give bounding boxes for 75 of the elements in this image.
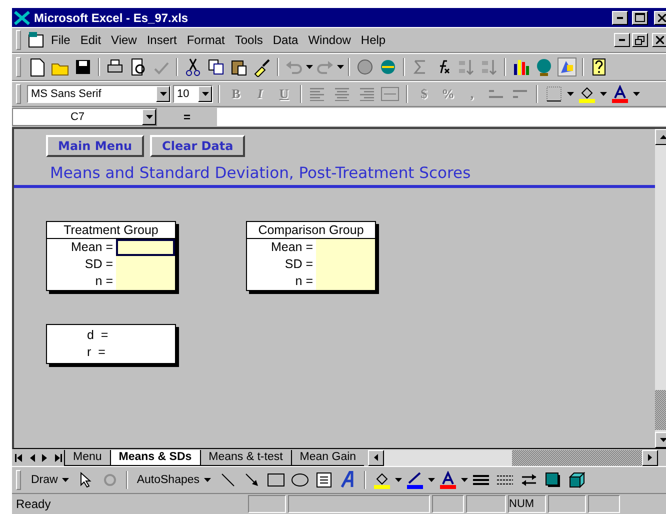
menu-item[interactable]: Window (304, 31, 355, 49)
caret-icon (600, 92, 607, 96)
row-label: SD = (284, 256, 314, 273)
row-label: r = (86, 344, 106, 361)
font-size-dropdown[interactable]: 10 (173, 85, 213, 103)
row-label: n = (94, 273, 114, 290)
autoshapes-menu-button[interactable]: AutoShapes (132, 470, 215, 490)
sheet-button[interactable]: Main Menu (46, 135, 144, 157)
status-pane (548, 495, 586, 513)
caret-icon (202, 92, 208, 96)
formula-input[interactable] (217, 108, 666, 126)
sheet-button[interactable]: Clear Data (150, 135, 246, 157)
sheet-tab[interactable]: Mean Gain (290, 450, 364, 466)
menu-item[interactable]: Data (268, 31, 302, 49)
redo-caret-icon (337, 65, 344, 69)
status-text: Ready (16, 497, 52, 511)
row-label: d = (86, 327, 110, 344)
status-pane (466, 495, 506, 513)
drawing-icon[interactable] (556, 56, 578, 78)
minimize-button[interactable] (614, 33, 630, 47)
scroll-left-icon[interactable] (374, 454, 378, 461)
scroll-down-icon[interactable] (660, 438, 666, 442)
status-pane (248, 495, 286, 513)
window-title: Microsoft Excel - Es_97.xls (34, 10, 190, 24)
caret-icon (62, 478, 69, 482)
sheet-tab[interactable]: Means & SDs (110, 450, 200, 466)
status-pane (588, 495, 620, 513)
undo-caret-icon (306, 65, 313, 69)
row-label: Mean = (270, 239, 314, 256)
menu-item[interactable]: View (107, 31, 141, 49)
minimize-icon (619, 39, 625, 41)
menu-item[interactable]: Format (182, 31, 229, 49)
edit-formula-button[interactable]: = (157, 110, 217, 124)
input-cell[interactable] (316, 239, 375, 256)
caret-icon (146, 115, 152, 119)
scroll-thumb[interactable] (512, 450, 642, 466)
maximize-button[interactable] (632, 10, 648, 24)
menu-item[interactable]: Help (356, 31, 390, 49)
input-cell[interactable] (116, 239, 175, 256)
caret-icon (460, 478, 468, 482)
input-cell[interactable] (316, 273, 375, 290)
caret-icon (633, 92, 640, 96)
caret-icon (204, 478, 211, 482)
scroll-right-icon[interactable] (648, 454, 652, 461)
draw-menu-button[interactable]: Draw (27, 470, 73, 490)
excel-logo-icon (14, 10, 30, 24)
scroll-up-icon[interactable] (660, 135, 666, 139)
input-cell[interactable] (116, 256, 175, 273)
status-pane (432, 495, 464, 513)
row-label: SD = (84, 256, 114, 273)
sheet-heading: Means and Standard Deviation, Post-Treatment Scores (14, 157, 655, 188)
workbook-icon (27, 31, 45, 49)
sheet-tab[interactable]: Means & t-test (200, 450, 291, 466)
row-label: n = (294, 273, 314, 290)
row-label: Mean = (70, 239, 114, 256)
name-box[interactable]: C7 (12, 108, 157, 126)
input-cell[interactable] (116, 273, 175, 290)
menu-item[interactable]: Insert (142, 31, 181, 49)
close-button[interactable] (652, 33, 666, 47)
restore-button[interactable] (632, 33, 648, 47)
minimize-icon (617, 16, 623, 18)
minimize-button[interactable] (612, 10, 628, 24)
status-indicator: NUM (508, 495, 546, 513)
font-dropdown[interactable]: MS Sans Serif (27, 85, 171, 103)
caret-icon (567, 92, 574, 96)
caret-icon (428, 478, 435, 482)
menu-item[interactable]: Edit (76, 31, 106, 49)
sheet-tab[interactable]: Menu (64, 450, 110, 466)
font-color-icon[interactable] (609, 83, 631, 105)
close-button[interactable] (654, 10, 666, 24)
menu-item[interactable]: Tools (230, 31, 267, 49)
caret-icon (160, 92, 166, 96)
caret-icon (394, 478, 402, 482)
menu-item[interactable]: File (47, 31, 74, 49)
horizontal-scrollbar[interactable] (368, 450, 658, 466)
